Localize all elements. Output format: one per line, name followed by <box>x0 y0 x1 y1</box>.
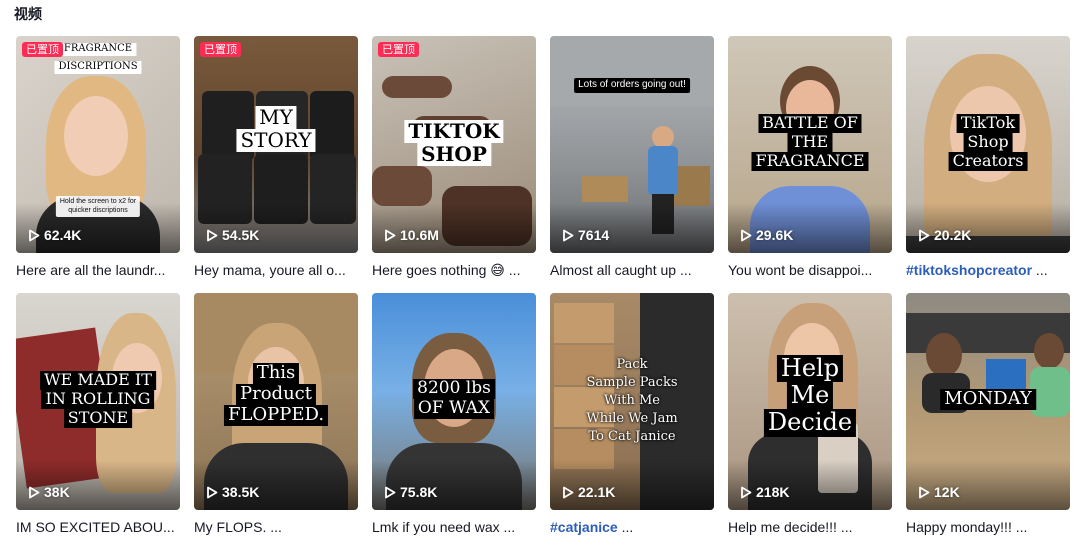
video-description[interactable]: Here goes nothing 😅 ... <box>372 261 536 279</box>
video-thumbnail[interactable]: TikTok Shop Creators 20.2K <box>906 36 1070 253</box>
video-overlay-text: BATTLE OF THE FRAGRANCE <box>751 114 869 171</box>
video-description[interactable]: Almost all caught up ... <box>550 261 714 279</box>
play-icon <box>919 486 930 498</box>
view-count: 218K <box>740 484 789 500</box>
video-description[interactable]: #tiktokshopcreator ... <box>906 261 1070 279</box>
video-card[interactable]: Help Me Decide 218K Help me decide!!! ..… <box>728 293 892 536</box>
video-description[interactable]: IM SO EXCITED ABOU... <box>16 518 180 536</box>
video-card[interactable]: 已置顶 MY STORY 54.5K Hey mama, youre all o… <box>194 36 358 279</box>
play-icon <box>385 486 396 498</box>
video-grid: 已置顶 FRAGRANCE DISCRIPTIONS Hold the scre… <box>16 36 1076 536</box>
view-count: 10.6M <box>384 227 439 243</box>
video-card[interactable]: 已置顶 TIKTOK SHOP 10.6M Here goes nothing … <box>372 36 536 279</box>
video-description[interactable]: Here are all the laundr... <box>16 261 180 279</box>
video-overlay-text: MY STORY <box>236 106 316 152</box>
view-count: 7614 <box>562 227 609 243</box>
video-description[interactable]: Lmk if you need wax ... <box>372 518 536 536</box>
video-overlay-text: Lots of orders going out! <box>574 74 690 93</box>
view-count: 20.2K <box>918 227 971 243</box>
video-description[interactable]: #catjanice ... <box>550 518 714 536</box>
video-card[interactable]: 已置顶 FRAGRANCE DISCRIPTIONS Hold the scre… <box>16 36 180 279</box>
video-overlay-text: FRAGRANCE DISCRIPTIONS <box>54 38 142 74</box>
video-thumbnail[interactable]: 已置顶 FRAGRANCE DISCRIPTIONS Hold the scre… <box>16 36 180 253</box>
video-thumbnail[interactable]: Pack Sample Packs With Me While We Jam T… <box>550 293 714 510</box>
video-description[interactable]: Happy monday!!! ... <box>906 518 1070 536</box>
video-card[interactable]: This Product FLOPPED. 38.5K My FLOPS. ..… <box>194 293 358 536</box>
view-count: 38K <box>28 484 70 500</box>
play-icon <box>385 229 396 241</box>
play-icon <box>919 229 930 241</box>
video-overlay-text: MONDAY <box>940 389 1036 410</box>
play-icon <box>207 229 218 241</box>
video-overlay-text: TIKTOK SHOP <box>404 120 504 166</box>
video-thumbnail[interactable]: 已置顶 TIKTOK SHOP 10.6M <box>372 36 536 253</box>
play-icon <box>29 486 40 498</box>
video-card[interactable]: Pack Sample Packs With Me While We Jam T… <box>550 293 714 536</box>
pinned-badge: 已置顶 <box>378 42 419 57</box>
video-overlay-text: Pack Sample Packs With Me While We Jam T… <box>586 357 678 444</box>
section-title: 视频 <box>14 7 42 23</box>
video-card[interactable]: 8200 lbs OF WAX 75.8K Lmk if you need wa… <box>372 293 536 536</box>
view-count: 22.1K <box>562 484 615 500</box>
video-card[interactable]: BATTLE OF THE FRAGRANCE 29.6K You wont b… <box>728 36 892 279</box>
video-description[interactable]: Hey mama, youre all o... <box>194 261 358 279</box>
pinned-badge: 已置顶 <box>22 42 63 57</box>
play-icon <box>29 229 40 241</box>
view-count: 29.6K <box>740 227 793 243</box>
video-card[interactable]: TikTok Shop Creators 20.2K #tiktokshopcr… <box>906 36 1070 279</box>
video-caption: Hold the screen to x2 for quicker discri… <box>55 196 141 217</box>
video-overlay-text: Help Me Decide <box>763 355 857 437</box>
video-thumbnail[interactable]: Help Me Decide 218K <box>728 293 892 510</box>
view-count: 12K <box>918 484 960 500</box>
play-icon <box>563 229 574 241</box>
video-description[interactable]: You wont be disappoi... <box>728 261 892 279</box>
video-description[interactable]: My FLOPS. ... <box>194 518 358 536</box>
video-overlay-text: WE MADE IT IN ROLLING STONE <box>40 371 156 428</box>
view-count: 38.5K <box>206 484 259 500</box>
video-thumbnail[interactable]: Lots of orders going out! 7614 <box>550 36 714 253</box>
video-thumbnail[interactable]: This Product FLOPPED. 38.5K <box>194 293 358 510</box>
video-description[interactable]: Help me decide!!! ... <box>728 518 892 536</box>
video-thumbnail[interactable]: 已置顶 MY STORY 54.5K <box>194 36 358 253</box>
video-overlay-text: This Product FLOPPED. <box>223 363 329 426</box>
view-count: 62.4K <box>28 227 81 243</box>
view-count: 75.8K <box>384 484 437 500</box>
play-icon <box>741 229 752 241</box>
play-icon <box>741 486 752 498</box>
view-count: 54.5K <box>206 227 259 243</box>
video-card[interactable]: Lots of orders going out! 7614 Almost al… <box>550 36 714 279</box>
video-card[interactable]: WE MADE IT IN ROLLING STONE 38K IM SO EX… <box>16 293 180 536</box>
video-thumbnail[interactable]: BATTLE OF THE FRAGRANCE 29.6K <box>728 36 892 253</box>
play-icon <box>207 486 218 498</box>
pinned-badge: 已置顶 <box>200 42 241 57</box>
video-thumbnail[interactable]: MONDAY 12K <box>906 293 1070 510</box>
video-overlay-text: TikTok Shop Creators <box>948 114 1028 171</box>
play-icon <box>563 486 574 498</box>
video-thumbnail[interactable]: WE MADE IT IN ROLLING STONE 38K <box>16 293 180 510</box>
video-card[interactable]: MONDAY 12K Happy monday!!! ... <box>906 293 1070 536</box>
video-thumbnail[interactable]: 8200 lbs OF WAX 75.8K <box>372 293 536 510</box>
video-overlay-text: 8200 lbs OF WAX <box>413 379 495 419</box>
